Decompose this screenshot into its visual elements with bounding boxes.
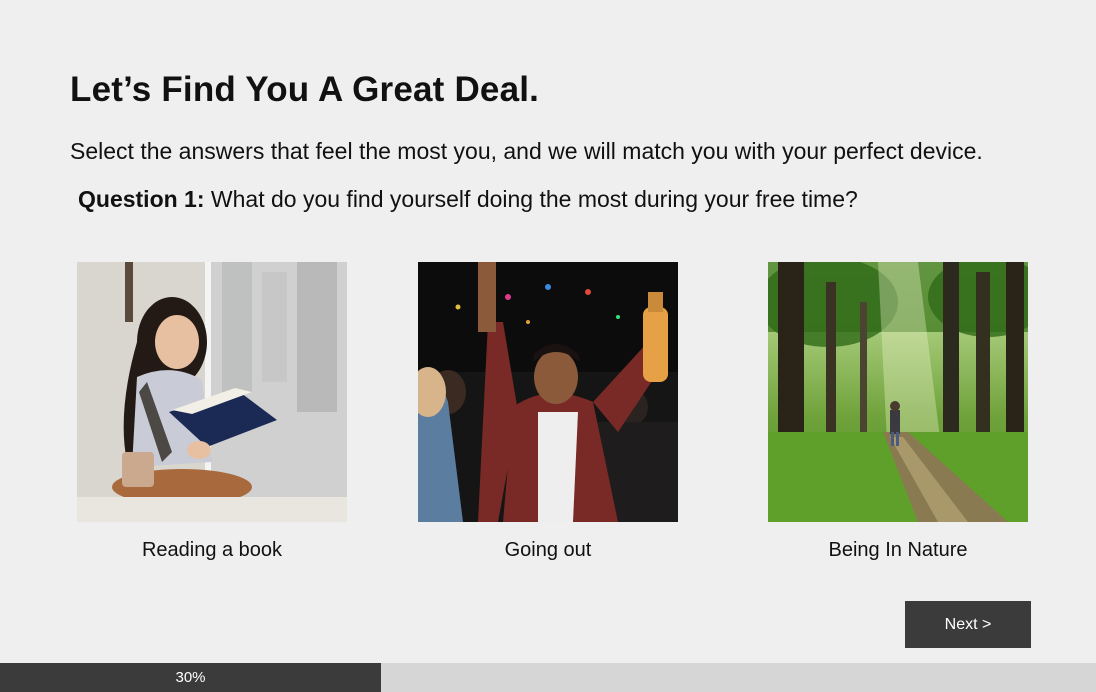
page-title: Let’s Find You A Great Deal. xyxy=(70,70,540,109)
going-out-image[interactable] xyxy=(418,262,678,522)
question-number: Question 1: xyxy=(78,186,205,212)
question-prompt: Question 1: What do you find yourself do… xyxy=(78,186,858,213)
progress-bar: 30% xyxy=(0,663,1096,692)
next-button[interactable]: Next > xyxy=(905,601,1031,648)
page-subtitle: Select the answers that feel the most yo… xyxy=(70,138,983,164)
nature-forest-image[interactable] xyxy=(768,262,1028,522)
question-text: What do you find yourself doing the most… xyxy=(204,186,858,212)
answer-option-going-out[interactable]: Going out xyxy=(418,262,678,562)
answer-label-going-out[interactable]: Going out xyxy=(418,539,678,562)
answer-label-nature[interactable]: Being In Nature xyxy=(768,539,1028,562)
answer-option-reading[interactable]: Reading a book xyxy=(77,262,347,562)
answer-label-reading[interactable]: Reading a book xyxy=(77,539,347,562)
reading-book-image[interactable] xyxy=(77,262,347,522)
answer-option-nature[interactable]: Being In Nature xyxy=(768,262,1028,562)
progress-label: 30% xyxy=(175,669,206,686)
